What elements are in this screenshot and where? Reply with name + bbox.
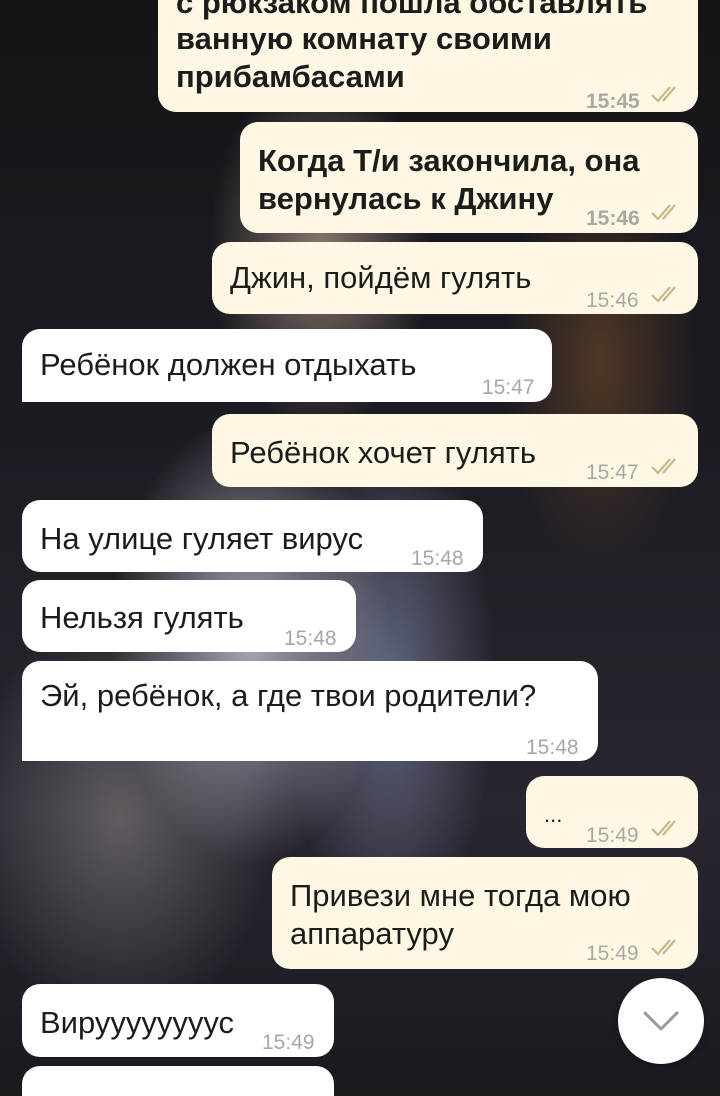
message-time: 15:48 <box>284 627 337 650</box>
message-time: 15:45 <box>586 90 640 113</box>
message-time: 15:48 <box>526 736 579 759</box>
message-text: На улице гуляет вирус <box>40 521 364 556</box>
message-text: Эй, ребёнок, а где твои родители? <box>40 678 537 713</box>
message-time: 15:49 <box>262 1031 315 1054</box>
message-text: Ребёнок должен отдыхать <box>40 347 417 382</box>
message-incoming[interactable]: Вируууууууус 15:49 <box>22 984 334 1057</box>
double-check-icon <box>651 458 676 475</box>
message-text: ванную комнату своими прибамбасами <box>176 21 552 94</box>
message-incoming-partial <box>22 1066 334 1096</box>
chevron-down-icon <box>643 1011 679 1031</box>
message-outgoing[interactable]: Привези мне тогда мою аппаратуру 15:49 <box>272 857 698 969</box>
message-incoming[interactable]: Ребёнок должен отдыхать 15:47 <box>22 329 552 402</box>
scroll-down-button[interactable] <box>618 978 704 1064</box>
message-text-partial: с рюкзаком пошла обставлять <box>176 0 648 20</box>
message-time: 15:49 <box>586 824 639 847</box>
message-outgoing[interactable]: ... 15:49 <box>526 776 698 848</box>
message-outgoing[interactable]: Ребёнок хочет гулять 15:47 <box>212 414 698 487</box>
message-incoming[interactable]: На улице гуляет вирус 15:48 <box>22 500 483 572</box>
message-time: 15:49 <box>586 942 639 965</box>
message-time: 15:47 <box>482 376 535 399</box>
double-check-icon <box>651 820 676 837</box>
message-outgoing[interactable]: Когда Т/и закончила, она вернулась к Джи… <box>240 122 698 233</box>
message-incoming[interactable]: Эй, ребёнок, а где твои родители? 15:48 <box>22 661 598 761</box>
message-outgoing[interactable]: с рюкзаком пошла обставлять ванную комна… <box>158 0 698 113</box>
double-check-icon <box>651 204 676 221</box>
double-check-icon <box>651 86 676 103</box>
message-outgoing[interactable]: Джин, пойдём гулять 15:46 <box>212 242 698 314</box>
double-check-icon <box>651 286 676 303</box>
double-check-icon <box>651 939 676 956</box>
message-time: 15:46 <box>586 207 640 230</box>
message-time: 15:48 <box>411 547 464 570</box>
message-time: 15:46 <box>586 289 639 312</box>
message-time: 15:47 <box>586 461 639 484</box>
message-incoming[interactable]: Нельзя гулять 15:48 <box>22 580 356 652</box>
